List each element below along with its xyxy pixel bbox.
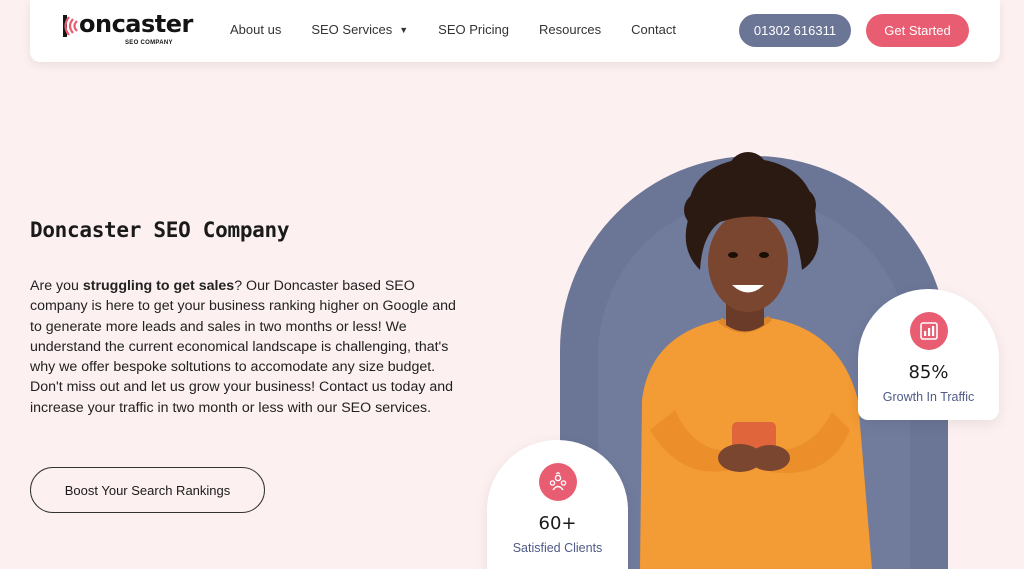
nav-contact-label: Contact bbox=[631, 22, 676, 37]
hero-description: Are you struggling to get sales? Our Don… bbox=[30, 276, 470, 418]
hero-title: Doncaster SEO Company bbox=[30, 218, 290, 242]
nav-about-us-label: About us bbox=[230, 22, 282, 37]
nav-seo-pricing-label: SEO Pricing bbox=[438, 22, 509, 37]
get-started-button[interactable]: Get Started bbox=[866, 14, 969, 47]
bar-chart-icon bbox=[909, 312, 948, 350]
nav-seo-services[interactable]: SEO Services ▼ bbox=[311, 22, 408, 37]
person-face bbox=[708, 212, 788, 312]
phone-button[interactable]: 01302 616311 bbox=[739, 14, 851, 47]
nav-seo-services-label: SEO Services bbox=[311, 22, 393, 37]
stat-card-clients: 60+ Satisfied Clients bbox=[487, 440, 628, 569]
stat-traffic-value: 85% bbox=[908, 362, 949, 383]
boost-rankings-button[interactable]: Boost Your Search Rankings bbox=[30, 467, 265, 513]
main-nav: About us SEO Services ▼ SEO Pricing Reso… bbox=[230, 22, 706, 37]
hero-desc-intro: Are you bbox=[30, 278, 83, 294]
nav-resources-label: Resources bbox=[538, 22, 602, 37]
nav-seo-pricing[interactable]: SEO Pricing bbox=[438, 22, 509, 37]
logo-text: oncaster bbox=[79, 10, 193, 38]
stat-traffic-label: Growth In Traffic bbox=[882, 390, 975, 404]
logo-subtitle: SEO COMPANY bbox=[125, 40, 173, 46]
chevron-down-icon: ▼ bbox=[399, 24, 409, 35]
logo[interactable]: oncaster SEO COMPANY bbox=[59, 10, 193, 50]
stat-clients-value: 60+ bbox=[538, 513, 577, 534]
site-header: oncaster SEO COMPANY About us SEO Servic… bbox=[30, 0, 1000, 62]
nav-resources[interactable]: Resources bbox=[539, 22, 601, 37]
hero-desc-body: ? Our Doncaster based SEO company is her… bbox=[30, 278, 456, 416]
nav-contact[interactable]: Contact bbox=[631, 22, 676, 37]
stat-clients-label: Satisfied Clients bbox=[512, 541, 603, 555]
nav-about-us[interactable]: About us bbox=[230, 22, 281, 37]
stat-card-traffic: 85% Growth In Traffic bbox=[858, 289, 999, 420]
hero-desc-highlight: struggling to get sales bbox=[82, 278, 235, 294]
team-icon bbox=[538, 463, 577, 501]
